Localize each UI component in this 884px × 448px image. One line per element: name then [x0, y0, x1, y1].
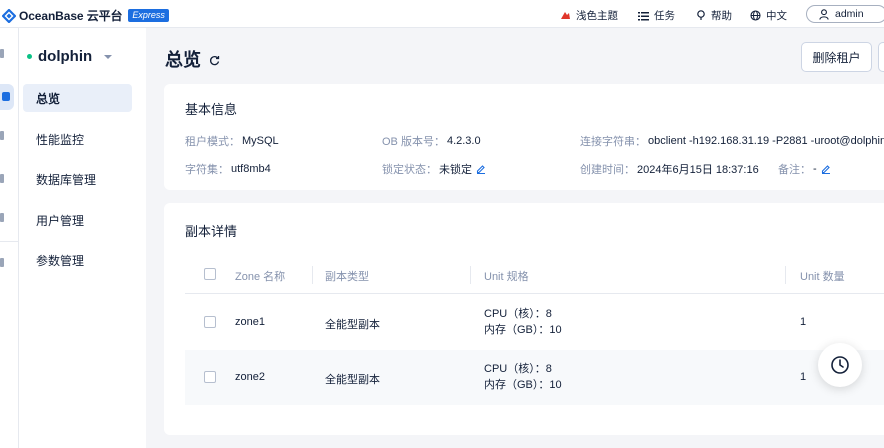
- tenant-name: dolphin: [38, 48, 93, 65]
- tasks-menu[interactable]: 任务: [638, 8, 675, 23]
- ob-version-field: OB 版本号： 4.2.3.0: [382, 133, 481, 149]
- tenant-selector[interactable]: dolphin: [27, 48, 113, 65]
- help-menu[interactable]: 帮助: [696, 8, 732, 23]
- unit-spec-cell: CPU（核）：8 内存（GB）：10: [484, 361, 562, 393]
- sidebar-item-overview[interactable]: 总览: [23, 84, 132, 112]
- unit-memory: 内存（GB）：10: [484, 324, 562, 336]
- column-replica-type[interactable]: 副本类型: [325, 268, 369, 284]
- edit-icon[interactable]: [821, 164, 831, 174]
- lock-status-value: 未锁定: [439, 164, 472, 176]
- unit-spec-cell: CPU（核）：8 内存（GB）：10: [484, 306, 562, 338]
- column-zone-name[interactable]: Zone 名称: [235, 268, 285, 284]
- charset-field: 字符集： utf8mb4: [185, 161, 271, 177]
- language-switch[interactable]: 中文: [750, 8, 787, 23]
- top-bar: OceanBase 云平台 Express 浅色主题 任务 帮助 中文 admi…: [0, 0, 884, 28]
- theme-label: 浅色主题: [576, 10, 618, 22]
- zone-name-cell: zone2: [235, 371, 265, 383]
- unit-count-cell: 1: [800, 316, 807, 328]
- theme-switch[interactable]: 浅色主题: [560, 8, 618, 23]
- rail-nav-icon[interactable]: [0, 258, 4, 267]
- remark-label: 备注：: [778, 164, 811, 176]
- list-icon: [638, 11, 649, 20]
- connection-string-label: 连接字符串：: [580, 136, 646, 148]
- row-checkbox[interactable]: [204, 316, 216, 328]
- history-float-button[interactable]: [818, 343, 862, 387]
- brand-logo[interactable]: OceanBase 云平台 Express: [2, 7, 169, 24]
- unit-cpu: CPU（核）：8: [484, 363, 552, 375]
- created-time-label: 创建时间：: [580, 164, 635, 176]
- charset-value: utf8mb4: [231, 163, 271, 175]
- rail-nav-icon[interactable]: [0, 49, 4, 58]
- lock-status-field: 锁定状态： 未锁定: [382, 161, 486, 177]
- row-checkbox[interactable]: [204, 371, 216, 383]
- sidebar-item-databases[interactable]: 数据库管理: [23, 165, 132, 193]
- column-divider: [785, 266, 786, 284]
- tenant-sidebar: dolphin 总览 性能监控 数据库管理 用户管理 参数管理: [19, 28, 146, 448]
- remark-field: 备注： -: [778, 161, 831, 177]
- replica-details-title: 副本详情: [185, 224, 238, 239]
- remark-value: -: [813, 163, 817, 175]
- rail-tenant-icon[interactable]: [0, 84, 14, 110]
- edit-icon[interactable]: [476, 164, 486, 174]
- user-menu-button[interactable]: admin: [806, 5, 884, 23]
- basic-info-card: 基本信息 租户模式： MySQL OB 版本号： 4.2.3.0 连接字符串： …: [164, 84, 884, 190]
- tenant-mode-value: MySQL: [242, 135, 279, 147]
- help-label: 帮助: [711, 10, 732, 22]
- table-row[interactable]: zone2 全能型副本 CPU（核）：8 内存（GB）：10 1: [185, 350, 884, 405]
- unit-cpu: CPU（核）：8: [484, 308, 552, 320]
- page-title: 总览: [165, 46, 220, 72]
- clock-icon: [831, 356, 849, 374]
- theme-icon: [561, 12, 570, 19]
- rail-nav-icon[interactable]: [0, 131, 4, 140]
- rail-divider: [0, 241, 19, 242]
- tenant-status-dot: [27, 54, 32, 59]
- delete-tenant-button[interactable]: 删除租户: [801, 42, 872, 72]
- tasks-label: 任务: [654, 10, 675, 22]
- tenant-mode-label: 租户模式：: [185, 136, 240, 148]
- column-unit-spec[interactable]: Unit 规格: [484, 268, 529, 284]
- help-icon: [697, 10, 705, 20]
- column-divider: [470, 266, 471, 284]
- more-actions-button[interactable]: [878, 42, 884, 72]
- column-unit-count[interactable]: Unit 数量: [800, 268, 845, 284]
- rail-nav-icon[interactable]: [0, 213, 4, 222]
- charset-label: 字符集：: [185, 164, 229, 176]
- globe-icon: [750, 10, 761, 21]
- sidebar-item-users[interactable]: 用户管理: [23, 206, 132, 234]
- tenant-mode-field: 租户模式： MySQL: [185, 133, 279, 149]
- connection-string-field: 连接字符串： obclient -h192.168.31.19 -P2881 -…: [580, 133, 884, 149]
- select-all-checkbox[interactable]: [204, 268, 216, 280]
- zone-name-cell: zone1: [235, 316, 265, 328]
- chevron-down-icon: [104, 54, 113, 59]
- table-row[interactable]: zone1 全能型副本 CPU（核）：8 内存（GB）：10 1: [185, 295, 884, 350]
- basic-info-title: 基本信息: [185, 102, 238, 117]
- refresh-icon[interactable]: [209, 55, 220, 66]
- created-time-field: 创建时间： 2024年6月15日 18:37:16: [580, 161, 759, 177]
- page-title-text: 总览: [165, 50, 201, 70]
- username: admin: [835, 8, 864, 20]
- user-icon: [819, 8, 829, 20]
- replica-table-header: Zone 名称 副本类型 Unit 规格 Unit 数量: [185, 256, 884, 294]
- brand-name: OceanBase 云平台: [19, 9, 123, 23]
- oceanbase-logo-icon: [2, 8, 16, 23]
- ob-version-label: OB 版本号：: [382, 136, 445, 148]
- sidebar-item-monitoring[interactable]: 性能监控: [23, 125, 132, 153]
- lock-status-label: 锁定状态：: [382, 164, 437, 176]
- created-time-value: 2024年6月15日 18:37:16: [637, 164, 759, 176]
- global-nav-rail: [0, 28, 19, 448]
- sidebar-item-parameters[interactable]: 参数管理: [23, 246, 132, 274]
- column-divider: [312, 266, 313, 284]
- replica-type-cell: 全能型副本: [325, 374, 380, 386]
- unit-count-cell: 1: [800, 371, 807, 383]
- ob-version-value: 4.2.3.0: [446, 135, 481, 147]
- express-badge: Express: [128, 9, 169, 22]
- language-label: 中文: [766, 10, 787, 22]
- rail-nav-icon[interactable]: [0, 174, 4, 183]
- replica-type-cell: 全能型副本: [325, 319, 380, 331]
- connection-string-value[interactable]: obclient -h192.168.31.19 -P2881 -uroot@d…: [648, 135, 884, 147]
- unit-memory: 内存（GB）：10: [484, 379, 562, 391]
